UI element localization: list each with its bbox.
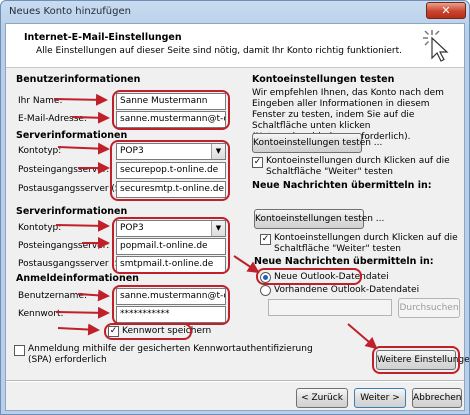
incoming-server-field-2[interactable]: popmail.t-online.de	[116, 238, 226, 255]
dialog-window: Neues Konto hinzufügen ✕ Internet-E-Mail…	[0, 0, 470, 415]
incoming-server-field-1[interactable]: securepop.t-online.de	[116, 162, 226, 179]
test-on-next-label-1b: Schaltfläche "Weiter" testen	[266, 167, 393, 177]
account-type-label-2: Kontotyp:	[18, 223, 62, 233]
outgoing-server-field-1[interactable]: securesmtp.t-online.de	[116, 181, 226, 198]
back-button[interactable]: < Zurück	[296, 388, 348, 408]
username-label: Benutzername:	[18, 291, 88, 301]
close-button[interactable]: ✕	[426, 2, 466, 19]
test-on-next-label-2b: Schaltfläche "Weiter" testen	[274, 244, 401, 254]
deliver-heading-1: Neue Nachrichten übermitteln in:	[252, 180, 432, 191]
existing-data-file-path[interactable]	[268, 299, 392, 316]
account-type-value-2: POP3	[120, 223, 144, 233]
outgoing-server-field-2[interactable]: smtpmail.t-online.de	[116, 256, 226, 273]
cancel-button[interactable]: Abbrechen	[412, 388, 462, 408]
username-field[interactable]: sanne.mustermann@t-online.c	[116, 288, 226, 305]
account-type-select-1[interactable]: POP3 ▼	[116, 143, 226, 160]
email-label: E-Mail-Adresse:	[18, 114, 87, 124]
existing-data-file-label: Vorhandene Outlook-Datendatei	[274, 285, 420, 295]
browse-button[interactable]: Durchsuchen	[398, 298, 460, 318]
test-on-next-checkbox-2[interactable]: ✓	[260, 234, 271, 245]
account-type-label-1: Kontotyp:	[18, 146, 62, 156]
test-on-next-label-1a: Kontoeinstellungen durch Klicken auf die	[266, 156, 450, 166]
incoming-server-label-1: Posteingangsserver:	[18, 165, 110, 175]
mouse-cursor-icon	[423, 30, 449, 62]
name-label: Ihr Name:	[18, 96, 63, 106]
new-data-file-radio[interactable]	[260, 272, 271, 283]
password-label: Kennwort:	[18, 309, 64, 319]
test-settings-button-1[interactable]: Kontoeinstellungen testen ...	[252, 133, 382, 153]
incoming-server-label-2: Posteingangsserver:	[18, 241, 110, 251]
spa-label-line-1: Anmeldung mithilfe der gesicherten Kennw…	[28, 344, 313, 354]
spa-checkbox[interactable]	[14, 345, 25, 356]
chevron-down-icon: ▼	[211, 221, 225, 236]
spa-label-line-2: (SPA) erforderlich	[28, 355, 107, 365]
deliver-heading-2: Neue Nachrichten übermitteln in:	[254, 256, 434, 267]
footer-separator	[6, 380, 464, 382]
test-on-next-label-2a: Kontoeinstellungen durch Klicken auf die	[274, 233, 458, 243]
title-bar: Neues Konto hinzufügen ✕	[1, 1, 469, 23]
dialog-client: Internet-E-Mail-Einstellungen Alle Einst…	[5, 23, 469, 411]
page-header: Internet-E-Mail-Einstellungen Alle Einst…	[6, 24, 464, 68]
chevron-down-icon: ▼	[211, 144, 225, 159]
account-type-value-1: POP3	[120, 146, 144, 156]
logon-info-heading: Anmeldeinformationen	[16, 273, 139, 284]
test-settings-button-2[interactable]: Kontoeinstellungen testen ...	[254, 209, 384, 229]
remember-password-label: Kennwort speichern	[122, 326, 212, 336]
user-info-heading: Benutzerinformationen	[16, 74, 141, 85]
page-subtitle: Alle Einstellungen auf dieser Seite sind…	[36, 46, 403, 56]
server-info-heading-1: Serverinformationen	[16, 130, 128, 141]
server-info-heading-2: Serverinformationen	[16, 206, 128, 217]
remember-password-checkbox[interactable]: ✓	[108, 326, 119, 337]
email-field[interactable]: sanne.mustermann@t-online.c	[116, 111, 226, 128]
window-title: Neues Konto hinzufügen	[9, 6, 131, 17]
next-button[interactable]: Weiter >	[354, 388, 406, 408]
new-data-file-label: Neue Outlook-Datendatei	[274, 272, 389, 282]
account-type-select-2[interactable]: POP3 ▼	[116, 220, 226, 237]
password-field[interactable]: ***********	[116, 306, 226, 323]
name-field[interactable]: Sanne Mustermann	[116, 93, 226, 110]
more-settings-button[interactable]: Weitere Einstellungen	[376, 350, 469, 370]
existing-data-file-radio[interactable]	[260, 285, 271, 296]
page-title: Internet-E-Mail-Einstellungen	[24, 32, 182, 43]
test-settings-heading: Kontoeinstellungen testen	[252, 74, 395, 85]
test-on-next-checkbox-1[interactable]: ✓	[252, 157, 263, 168]
